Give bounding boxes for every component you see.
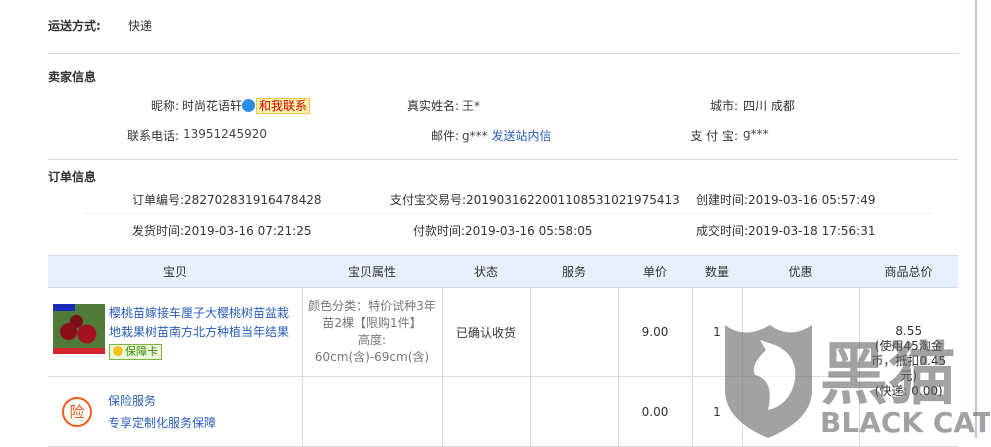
contact-seller-button[interactable]: 和我联系 — [256, 98, 311, 114]
quantity-cell: 1 — [691, 376, 743, 447]
service-cell — [529, 376, 619, 447]
shipping-value: 快递 — [128, 19, 153, 33]
city-label: 城市: — [709, 99, 738, 113]
service-cell — [529, 287, 619, 377]
alipay-label: 支 付 宝: — [690, 129, 738, 143]
status-cell — [441, 376, 531, 447]
unit-price-cell: 0.00 — [617, 376, 693, 447]
attr-line: 颜色分类：特价试种3年 — [308, 299, 436, 313]
order-section-title: 订单信息 — [48, 170, 97, 184]
insurance-cell: 险 保险服务 专享定制化服务保障 — [48, 376, 303, 447]
unit-price-cell: 9.00 — [617, 287, 693, 377]
status-cell: 已确认收货 — [441, 287, 531, 377]
created-time: 创建时间:2019-03-16 05:57:49 — [696, 193, 876, 207]
shipped-time: 发货时间:2019-03-16 07:21:25 — [132, 224, 312, 238]
paid-time: 付款时间:2019-03-16 05:58:05 — [413, 224, 593, 238]
col-attributes: 宝贝属性 — [302, 255, 442, 288]
divider — [48, 159, 958, 160]
item-cell: 樱桃苗嫁接车厘子大樱桃树苗盆栽 地栽果树苗南方北方种植当年结果 保障卡 — [48, 287, 303, 377]
total-cell: 8.55 (使用45淘金 币，抵扣0.45 元) (快递: 0.00) — [858, 287, 958, 447]
insurance-icon: 险 — [62, 396, 92, 427]
attr-line: 苗2棵【限购1件】 — [322, 316, 422, 330]
email-row: g*** 发送站内信 — [462, 127, 551, 144]
nickname-label: 昵称: — [150, 99, 179, 113]
col-item: 宝贝 — [48, 255, 302, 288]
attributes-cell: 颜色分类：特价试种3年 苗2棵【限购1件】 高度: 60cm(含)-69cm(含… — [301, 287, 443, 377]
alipay-value: g*** — [743, 127, 769, 141]
realname-value: 王* — [462, 99, 481, 113]
total-value: 8.55 — [895, 324, 923, 338]
discount-cell — [741, 287, 860, 377]
shield-icon — [113, 345, 123, 356]
nickname-row: 时尚花语轩 和我联系 — [182, 97, 311, 114]
total-note: 币，抵扣0.45 — [871, 354, 947, 368]
insurance-service-link[interactable]: 保险服务 — [108, 390, 216, 412]
divider — [48, 53, 958, 54]
product-thumbnail[interactable] — [53, 303, 105, 354]
insurance-desc-link[interactable]: 专享定制化服务保障 — [108, 412, 216, 434]
chat-icon[interactable] — [242, 99, 256, 112]
phone-label: 联系电话: — [126, 129, 179, 143]
total-note: 元) — [900, 369, 918, 383]
shipping-label: 运送方式: — [48, 19, 101, 33]
email-label: 邮件: — [430, 129, 459, 143]
completed-time: 成交时间:2019-03-18 17:56:31 — [696, 224, 876, 238]
city-value: 四川 成都 — [743, 99, 795, 113]
table-header: 宝贝 宝贝属性 状态 服务 单价 数量 优惠 商品总价 — [48, 255, 958, 288]
col-quantity: 数量 — [692, 255, 742, 288]
page-border — [975, 0, 977, 438]
send-message-link[interactable]: 发送站内信 — [491, 129, 551, 143]
seller-section-title: 卖家信息 — [48, 70, 97, 84]
table-row: 樱桃苗嫁接车厘子大樱桃树苗盆栽 地栽果树苗南方北方种植当年结果 保障卡 颜色分类… — [48, 287, 958, 447]
nickname-value: 时尚花语轩 — [182, 99, 243, 113]
quantity-cell: 1 — [691, 287, 743, 377]
col-total: 商品总价 — [859, 255, 958, 288]
col-service: 服务 — [530, 255, 618, 288]
alipay-trade-number: 支付宝交易号:2019031622001108531021975413 — [390, 193, 680, 207]
order-number: 订单编号:282702831916478428 — [132, 193, 322, 207]
attr-line: 60cm(含)-69cm(含) — [314, 350, 430, 364]
col-discount: 优惠 — [742, 255, 859, 288]
col-status: 状态 — [442, 255, 530, 288]
email-value: g*** — [462, 129, 488, 143]
guarantee-card-badge[interactable]: 保障卡 — [109, 343, 162, 360]
shipping-fee-note: (快递: 0.00) — [874, 384, 943, 398]
table-row: 险 保险服务 专享定制化服务保障 0.00 1 — [48, 376, 958, 447]
guarantee-card-label: 保障卡 — [125, 344, 158, 358]
col-unit-price: 单价 — [618, 255, 692, 288]
product-title-link-2[interactable]: 地栽果树苗南方北方种植当年结果 — [109, 323, 289, 342]
order-items-table: 宝贝 宝贝属性 状态 服务 单价 数量 优惠 商品总价 樱桃苗嫁接车厘子大樱桃树… — [48, 255, 958, 447]
realname-label: 真实姓名: — [406, 99, 459, 113]
attributes-cell — [301, 376, 443, 447]
product-title-link[interactable]: 樱桃苗嫁接车厘子大樱桃树苗盆栽 — [109, 304, 289, 323]
total-note: (使用45淘金 — [874, 339, 943, 353]
phone-value: 13951245920 — [183, 127, 267, 141]
divider — [85, 213, 931, 214]
discount-cell — [741, 376, 860, 447]
attr-line: 高度: — [357, 333, 387, 347]
